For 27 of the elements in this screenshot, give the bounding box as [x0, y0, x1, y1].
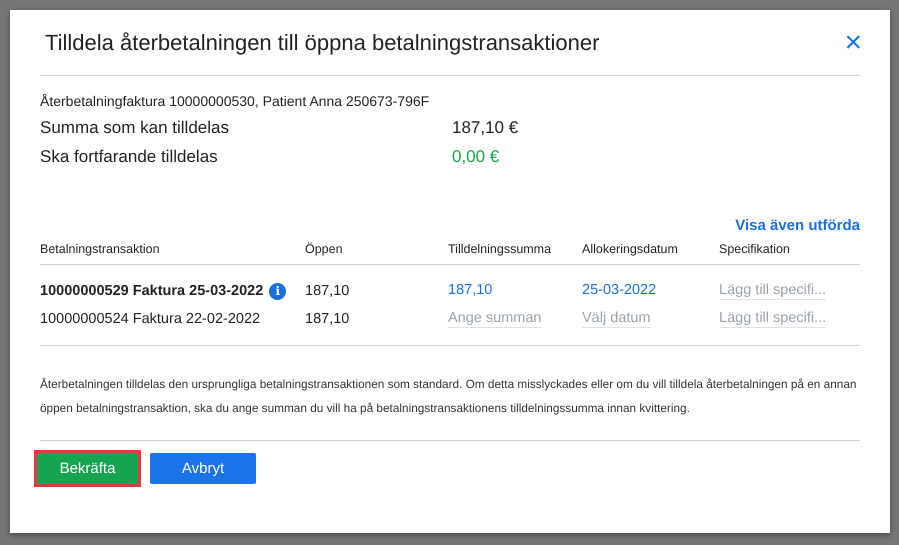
- confirm-button[interactable]: Bekräfta: [37, 453, 138, 484]
- specification-field[interactable]: Lägg till specifi...: [719, 310, 826, 328]
- close-button[interactable]: ×: [844, 30, 862, 54]
- column-header: Specifikation: [719, 242, 791, 256]
- amount-field[interactable]: Ange summan: [448, 310, 542, 328]
- info-text: Återbetalningen tilldelas den ursprungliga betalningstransaktionen som standard. Om detta misslyckades eller om du vill tilldela återbetalningen på en annan öppen betalningstransaktion, ska du ange summan du vill ha på betalningstransaktionens tilldelningssumma innan kvittering.: [40, 376, 858, 417]
- open-amount-cell-text: 187,10: [305, 311, 350, 327]
- transaction-cell: 10000000524 Faktura 22-02-2022: [40, 311, 260, 327]
- date-field[interactable]: 25-03-2022: [582, 282, 656, 300]
- column-header: Betalningstransaktion: [40, 242, 161, 256]
- date-field[interactable]: Välj datum: [582, 310, 651, 328]
- show-completed-link[interactable]: Visa även utförda: [735, 217, 860, 234]
- amount-field[interactable]: 187,10: [448, 282, 492, 300]
- summary-label: Ska fortfarande tilldelas: [40, 147, 219, 167]
- transaction-cell: 10000000529 Faktura 25-03-2022: [40, 283, 264, 299]
- summary-value: 187,10 €: [452, 118, 518, 138]
- column-header: Tilldelningssumma: [448, 242, 552, 256]
- dialog-title: Tilldela återbetalningen till öppna betalningstransaktioner: [45, 30, 600, 56]
- open-amount-cell-text: 187,10: [305, 283, 350, 299]
- info-icon[interactable]: i: [269, 282, 286, 300]
- cancel-button[interactable]: Avbryt: [150, 453, 256, 484]
- column-header: Öppen: [305, 242, 344, 256]
- summary-value: 0,00 €: [452, 147, 500, 167]
- specification-field[interactable]: Lägg till specifi...: [719, 282, 826, 300]
- invoice-info: Återbetalningfaktura 10000000530, Patient Anna 250673-796F: [40, 93, 430, 109]
- summary-label: Summa som kan tilldelas: [40, 118, 230, 138]
- column-header: Allokeringsdatum: [582, 242, 679, 256]
